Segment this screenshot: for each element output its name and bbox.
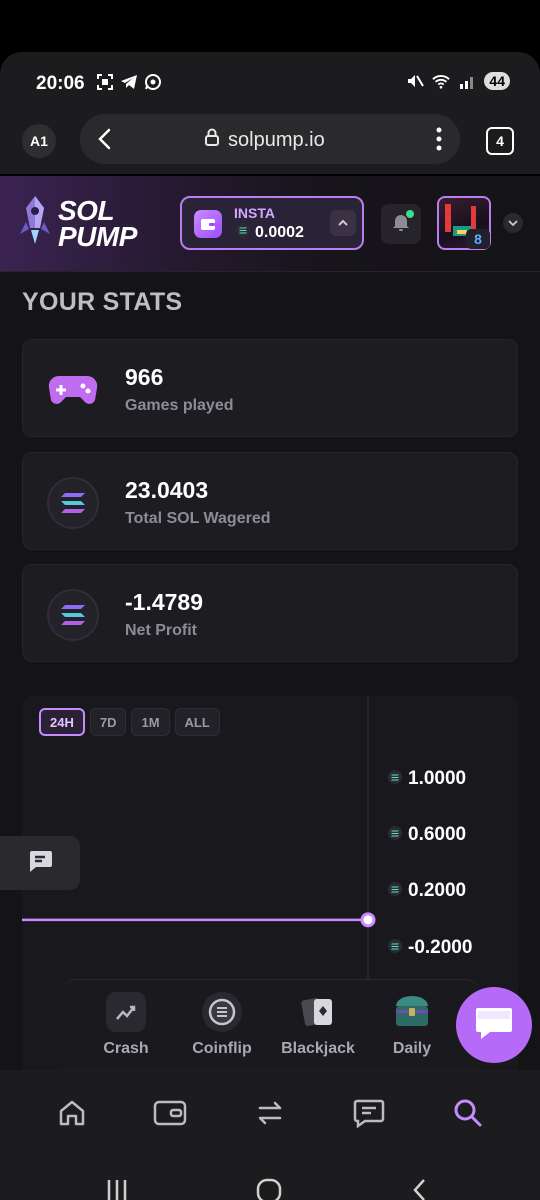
stat-card-net-profit: -1.4789 Net Profit: [22, 564, 518, 662]
stat-label: Games played: [125, 397, 234, 414]
game-blackjack[interactable]: Blackjack: [278, 992, 358, 1058]
status-bar: 20:06 44: [0, 52, 540, 110]
solana-icon: [236, 223, 250, 242]
recent-apps-icon[interactable]: [106, 1176, 128, 1200]
stat-card-total-wagered: 23.0403 Total SOL Wagered: [22, 452, 518, 550]
site-header: SOL PUMP INSTA 0.0002: [0, 176, 540, 272]
games-bar: Crash Coinflip Blackjack Daily: [62, 979, 480, 1070]
lock-icon: [204, 128, 220, 152]
whatsapp-icon: [144, 73, 162, 91]
game-crash[interactable]: Crash: [86, 992, 166, 1058]
search-icon[interactable]: [451, 1096, 485, 1130]
tab-all[interactable]: ALL: [174, 708, 220, 736]
wallet-balance-button[interactable]: INSTA 0.0002: [180, 196, 364, 250]
tab-1m[interactable]: 1M: [131, 708, 170, 736]
stat-label: Total SOL Wagered: [125, 510, 271, 527]
solana-icon: [47, 589, 99, 641]
stat-value: 23.0403: [125, 477, 209, 503]
chevron-down-icon[interactable]: [503, 213, 523, 233]
coin-icon: [202, 992, 242, 1032]
solana-icon: [388, 880, 402, 902]
main-content: YOUR STATS 966 Games played 23.0403 Tota…: [0, 272, 540, 1070]
solana-icon: [388, 768, 402, 790]
url-text: solpump.io: [228, 128, 325, 151]
system-nav-bar: [0, 1158, 540, 1200]
stat-label: Net Profit: [125, 622, 197, 639]
message-icon: [474, 1005, 514, 1046]
chart-line-icon: [106, 992, 146, 1032]
game-daily[interactable]: Daily: [372, 992, 452, 1058]
mute-icon: [406, 72, 425, 90]
notification-dot: [406, 210, 414, 218]
screenshot-icon: [96, 73, 114, 91]
stat-value: 966: [125, 364, 164, 390]
game-coinflip[interactable]: Coinflip: [182, 992, 262, 1058]
cards-icon: [298, 992, 338, 1032]
wallet-icon: [194, 210, 222, 238]
home-icon[interactable]: [55, 1096, 89, 1130]
wifi-icon: [432, 72, 451, 90]
page-title: YOUR STATS: [22, 288, 183, 316]
browser-toolbar: A1 solpump.io 4: [0, 110, 540, 174]
wallet-label: INSTA: [234, 205, 275, 221]
status-left-icons: [96, 73, 162, 91]
swap-icon[interactable]: [253, 1096, 287, 1130]
level-badge: 8: [466, 229, 490, 249]
account-button[interactable]: A1: [22, 124, 56, 158]
y-tick-label: -0.2000: [388, 937, 472, 959]
status-right-icons: 44: [406, 72, 510, 90]
y-tick-label: 1.0000: [388, 768, 466, 790]
notifications-button[interactable]: [381, 204, 421, 244]
url-bar[interactable]: solpump.io: [80, 114, 460, 164]
top-black-bezel: [0, 0, 540, 52]
tab-24h[interactable]: 24H: [39, 708, 85, 736]
solana-icon: [388, 824, 402, 846]
wallet-icon[interactable]: [153, 1096, 187, 1130]
solana-icon: [47, 477, 99, 529]
tab-count-button[interactable]: 4: [486, 127, 514, 155]
status-time: 20:06: [36, 73, 85, 94]
battery-level: 44: [484, 72, 510, 90]
bottom-nav: [0, 1070, 540, 1158]
chart-point[interactable]: [360, 912, 376, 928]
system-back-icon[interactable]: [410, 1176, 428, 1200]
wallet-amount: 0.0002: [236, 223, 304, 242]
chest-icon: [392, 992, 432, 1032]
chat-icon[interactable]: [352, 1096, 386, 1130]
chat-bubble-icon: [27, 849, 53, 878]
y-tick-label: 0.2000: [388, 880, 466, 902]
chevron-up-icon[interactable]: [330, 210, 356, 236]
stat-value: -1.4789: [125, 589, 204, 615]
range-tabs: 24H 7D 1M ALL: [39, 708, 220, 736]
logo-text: SOL PUMP: [58, 194, 137, 252]
more-menu-icon[interactable]: [436, 126, 442, 157]
y-tick-label: 0.6000: [388, 824, 466, 846]
rocket-logo-icon: [18, 194, 52, 253]
solpump-logo[interactable]: SOL PUMP: [18, 194, 137, 253]
solana-icon: [388, 937, 402, 959]
url-display[interactable]: solpump.io: [204, 128, 325, 152]
side-chat-button[interactable]: [0, 836, 80, 890]
tab-7d[interactable]: 7D: [89, 708, 127, 736]
back-arrow-icon[interactable]: [94, 126, 116, 157]
home-button-icon[interactable]: [256, 1176, 282, 1200]
live-chat-button[interactable]: [456, 987, 532, 1063]
telegram-icon: [120, 73, 138, 91]
signal-icon: [458, 72, 476, 90]
gamepad-icon: [47, 364, 99, 416]
stat-card-games-played: 966 Games played: [22, 339, 518, 437]
